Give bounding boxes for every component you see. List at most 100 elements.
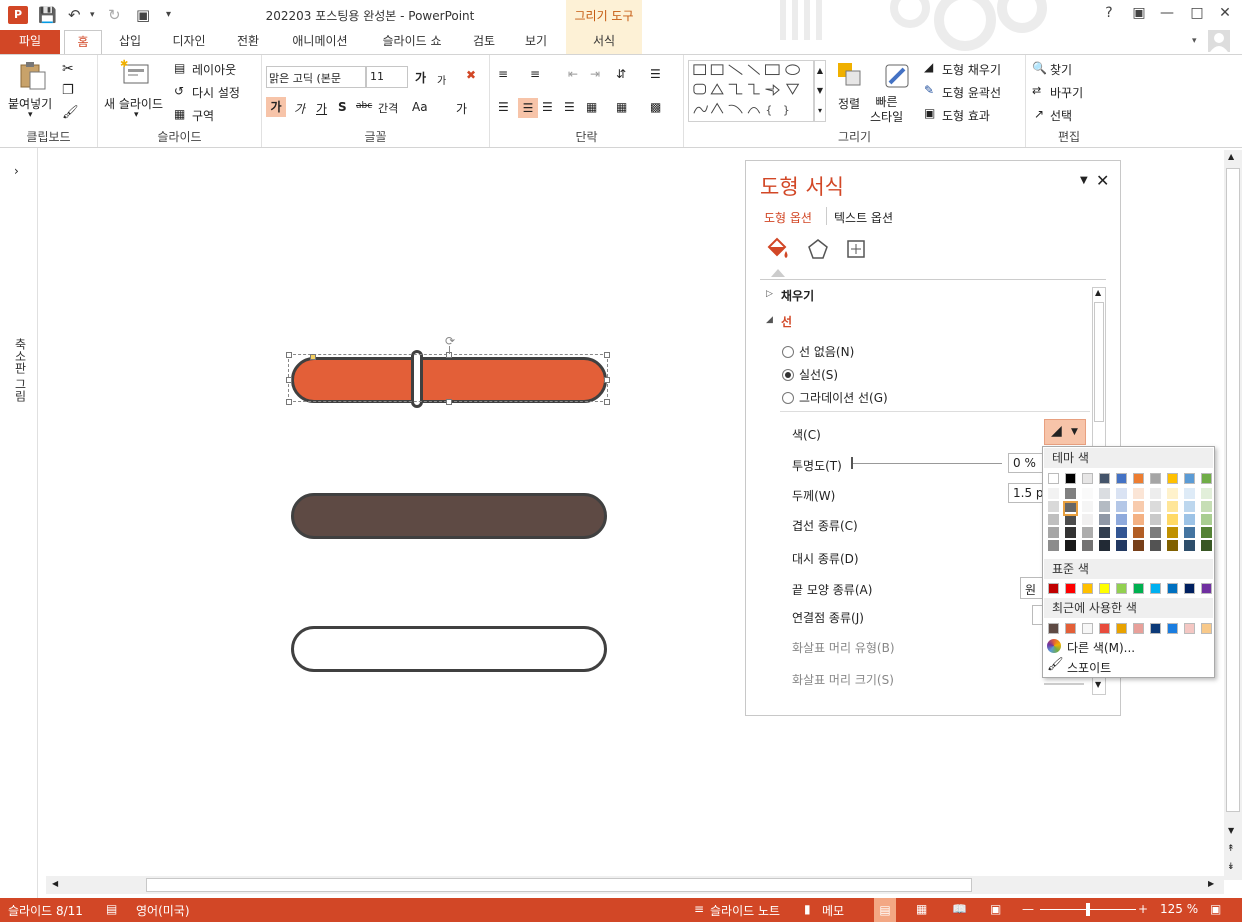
resize-handle[interactable] — [604, 352, 610, 358]
quick-styles-button[interactable]: 빠른 스타일 — [870, 95, 903, 125]
numbering-icon[interactable]: ≡ — [530, 67, 540, 81]
theme-color-shade-swatch[interactable] — [1116, 514, 1127, 525]
ribbon-display-icon[interactable]: ▣ — [1126, 5, 1152, 21]
theme-color-shade-swatch[interactable] — [1133, 501, 1144, 512]
help-icon[interactable]: ? — [1096, 5, 1122, 21]
minimize-icon[interactable]: — — [1154, 5, 1180, 21]
tab-home[interactable]: 홈 — [64, 30, 102, 54]
tab-text-options[interactable]: 텍스트 옵션 — [834, 209, 893, 226]
theme-color-shade-swatch[interactable] — [1082, 540, 1093, 551]
horizontal-scroll-thumb[interactable] — [146, 878, 972, 892]
maximize-icon[interactable]: □ — [1184, 5, 1210, 21]
align-right-icon[interactable]: ☰ — [542, 100, 553, 114]
theme-color-shade-swatch[interactable] — [1201, 488, 1212, 499]
thumbnail-strip[interactable]: › 축소판 그림 — [0, 148, 38, 898]
collapse-line-icon[interactable]: ◢ — [766, 315, 773, 325]
theme-color-shade-swatch[interactable] — [1082, 501, 1093, 512]
theme-color-shade-swatch[interactable] — [1150, 501, 1161, 512]
tab-transitions[interactable]: 전환 — [226, 30, 270, 54]
standard-color-swatch[interactable] — [1167, 583, 1178, 594]
recent-color-swatch[interactable] — [1048, 623, 1059, 634]
recent-color-swatch[interactable] — [1099, 623, 1110, 634]
theme-color-shade-swatch[interactable] — [1133, 488, 1144, 499]
pane-scroll-thumb[interactable] — [1094, 302, 1104, 422]
new-slide-dropdown-icon[interactable]: ▾ — [134, 110, 139, 120]
tab-shape-options[interactable]: 도형 옵션 — [764, 209, 812, 226]
theme-color-shade-swatch[interactable] — [1048, 488, 1059, 499]
theme-color-shade-swatch[interactable] — [1099, 527, 1110, 538]
slide-sorter-icon[interactable]: ▦ — [916, 902, 927, 916]
theme-color-shade-swatch[interactable] — [1082, 514, 1093, 525]
section-fill[interactable]: 채우기 — [781, 287, 814, 304]
text-direction-icon[interactable]: ▦ — [616, 100, 627, 114]
decrease-indent-icon[interactable]: ⇤ — [568, 67, 578, 81]
resize-handle[interactable] — [286, 377, 292, 383]
theme-color-shade-swatch[interactable] — [1082, 488, 1093, 499]
pane-options-icon[interactable]: ▼ — [1080, 175, 1088, 186]
theme-color-shade-swatch[interactable] — [1048, 514, 1059, 525]
standard-color-swatch[interactable] — [1082, 583, 1093, 594]
notes-button[interactable]: 슬라이드 노트 — [710, 902, 780, 919]
fit-slide-icon[interactable]: ▣ — [1210, 902, 1221, 916]
comments-button[interactable]: 메모 — [822, 902, 844, 919]
theme-color-shade-swatch[interactable] — [1065, 488, 1076, 499]
font-color-button[interactable]: 가 — [456, 100, 467, 117]
shapes-gallery-scroll[interactable]: ▲ ▼ ▾ — [814, 60, 826, 122]
theme-color-shade-swatch[interactable] — [1184, 540, 1195, 551]
pane-close-icon[interactable]: ✕ — [1096, 171, 1109, 190]
pane-scroll-up-icon[interactable]: ▲ — [1095, 288, 1101, 297]
close-window-icon[interactable]: ✕ — [1212, 5, 1238, 21]
tab-design[interactable]: 디자인 — [162, 30, 216, 54]
shadow-button[interactable]: S — [338, 100, 347, 114]
horizontal-scrollbar[interactable]: ◀ ▶ — [46, 876, 1224, 894]
standard-color-swatch[interactable] — [1099, 583, 1110, 594]
theme-color-swatch[interactable] — [1167, 473, 1178, 484]
theme-color-shade-swatch[interactable] — [1048, 540, 1059, 551]
zoom-out-icon[interactable]: — — [1022, 902, 1034, 916]
theme-color-shade-swatch[interactable] — [1167, 540, 1178, 551]
theme-color-shade-swatch[interactable] — [1116, 540, 1127, 551]
arrange-button[interactable]: 정렬 — [838, 95, 860, 112]
prev-slide-icon[interactable]: ↟ — [1227, 844, 1235, 854]
recent-color-swatch[interactable] — [1133, 623, 1144, 634]
theme-color-shade-swatch[interactable] — [1201, 540, 1212, 551]
resize-handle[interactable] — [446, 399, 452, 405]
resize-handle[interactable] — [604, 377, 610, 383]
resize-handle[interactable] — [286, 399, 292, 405]
solid-line-radio[interactable] — [782, 369, 794, 381]
solid-line-option[interactable]: 실선(S) — [782, 366, 838, 383]
next-slide-icon[interactable]: ↡ — [1227, 862, 1235, 872]
theme-color-shade-swatch[interactable] — [1167, 488, 1178, 499]
standard-color-swatch[interactable] — [1184, 583, 1195, 594]
recent-color-swatch[interactable] — [1116, 623, 1127, 634]
copy-icon[interactable]: ❐ — [62, 83, 74, 98]
standard-color-swatch[interactable] — [1065, 583, 1076, 594]
smartart-icon[interactable]: ▩ — [650, 100, 661, 114]
theme-color-shade-swatch[interactable] — [1150, 488, 1161, 499]
theme-color-shade-swatch[interactable] — [1048, 527, 1059, 538]
align-left-icon[interactable]: ☰ — [498, 100, 509, 114]
gradient-line-radio[interactable] — [782, 392, 794, 404]
theme-color-shade-swatch[interactable] — [1099, 501, 1110, 512]
more-colors-button[interactable]: 다른 색(M)... — [1067, 639, 1135, 656]
tab-view[interactable]: 보기 — [516, 30, 556, 54]
size-properties-icon[interactable] — [844, 237, 868, 261]
theme-color-shade-swatch[interactable] — [1150, 514, 1161, 525]
vertical-scroll-thumb[interactable] — [1226, 168, 1240, 812]
outline-color-button[interactable]: ◢ ▼ — [1044, 419, 1086, 445]
replace-button[interactable]: 바꾸기 — [1050, 84, 1083, 101]
tab-insert[interactable]: 삽입 — [108, 30, 152, 54]
cut-icon[interactable]: ✂ — [62, 61, 74, 77]
no-line-radio[interactable] — [782, 346, 794, 358]
select-button[interactable]: 선택 — [1050, 107, 1072, 124]
normal-view-icon[interactable]: ▤ — [874, 898, 896, 922]
recent-color-swatch[interactable] — [1150, 623, 1161, 634]
font-name-input[interactable]: 맑은 고딕 (본문 — [266, 66, 366, 88]
rotate-handle-icon[interactable]: ⟳ — [445, 334, 455, 348]
tab-review[interactable]: 검토 — [464, 30, 504, 54]
tab-slideshow[interactable]: 슬라이드 쇼 — [370, 30, 454, 54]
slide-counter[interactable]: 슬라이드 8/11 — [8, 902, 83, 919]
shape-effects-button[interactable]: 도형 효과 — [942, 107, 990, 124]
theme-color-shade-swatch[interactable] — [1082, 527, 1093, 538]
resize-handle[interactable] — [286, 352, 292, 358]
